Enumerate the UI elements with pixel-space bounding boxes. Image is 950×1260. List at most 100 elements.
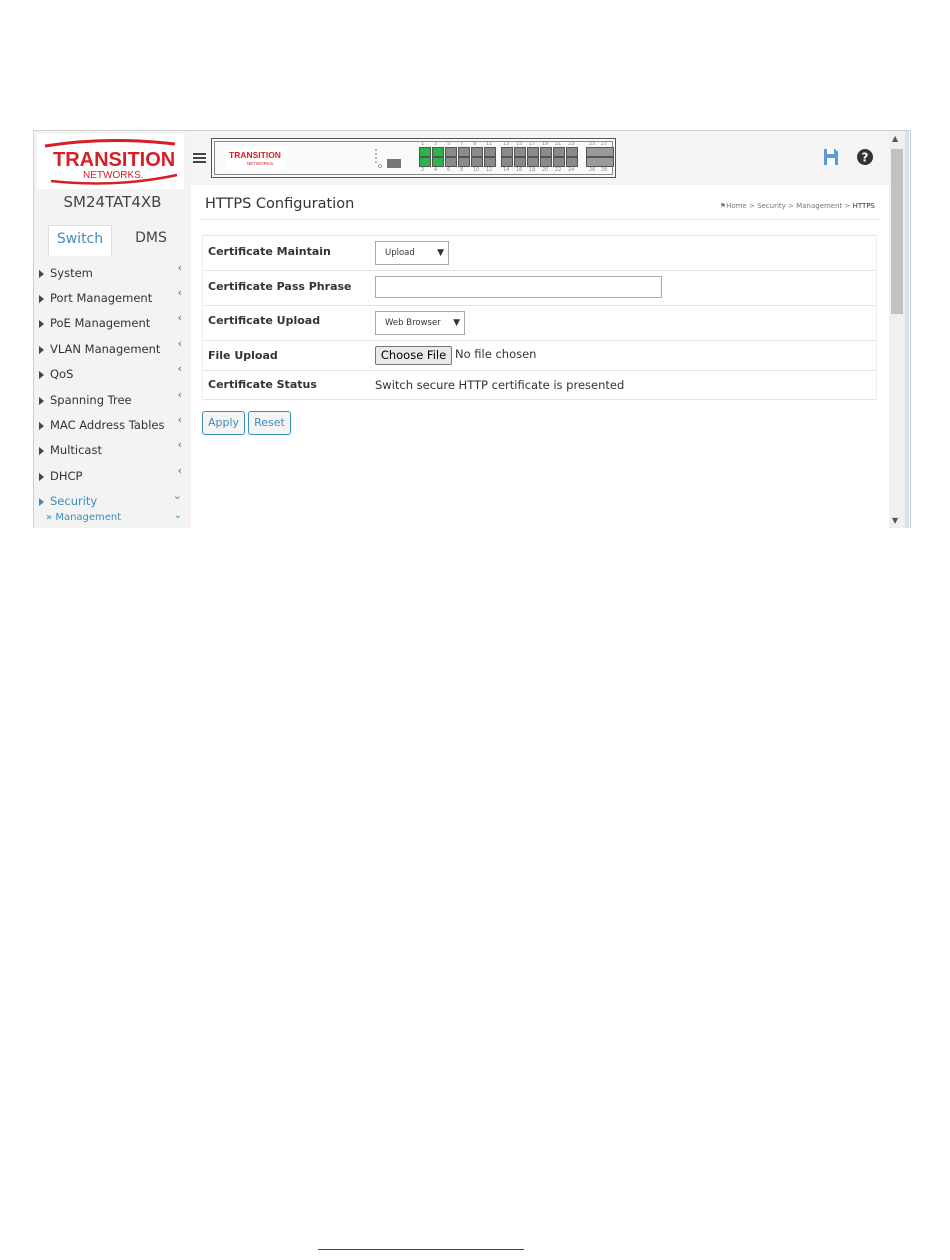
caret-right-icon — [39, 371, 44, 379]
console-port-icon — [375, 149, 401, 168]
breadcrumb-management[interactable]: Management — [796, 202, 842, 210]
port-4[interactable] — [432, 157, 444, 167]
port-2[interactable] — [419, 157, 431, 167]
chevron-left-icon: ‹ — [177, 337, 182, 350]
port-9[interactable] — [471, 147, 483, 157]
chevron-down-icon: ⌄ — [172, 489, 182, 502]
certificate-status-label: Certificate Status — [208, 378, 317, 391]
sidebar: TRANSITION NETWORKS. SM24TAT4XB Switch D… — [34, 131, 191, 528]
sidebar-item-dhcp[interactable]: DHCP ‹ — [39, 464, 186, 488]
port-5[interactable] — [445, 147, 457, 157]
port-23[interactable] — [566, 147, 578, 157]
vertical-scrollbar[interactable]: ▲ ▼ — [889, 131, 905, 528]
breadcrumb-home[interactable]: Home — [726, 202, 747, 210]
port-1[interactable] — [419, 147, 431, 157]
sidebar-item-security[interactable]: Security ⌄ — [39, 489, 186, 513]
port-14[interactable] — [501, 157, 513, 167]
chevron-left-icon: ‹ — [177, 388, 182, 401]
brand-logo-text: TRANSITION — [53, 149, 175, 171]
chevron-left-icon: ‹ — [177, 261, 182, 274]
port-number-label: 10 — [473, 167, 480, 173]
sidebar-item-qos[interactable]: QoS ‹ — [39, 362, 186, 386]
sidebar-item-poe-management[interactable]: PoE Management ‹ — [39, 311, 186, 335]
port-17[interactable] — [527, 147, 539, 157]
port-21[interactable] — [553, 147, 565, 157]
certificate-maintain-value: Upload — [385, 248, 415, 258]
port-number-label: 14 — [503, 167, 510, 173]
port-18[interactable] — [527, 157, 539, 167]
file-upload-status: No file chosen — [455, 347, 537, 361]
sidebar-item-port-management[interactable]: Port Management ‹ — [39, 286, 186, 310]
port-3[interactable] — [432, 147, 444, 157]
config-table: Certificate Maintain Upload ▼ Certificat… — [202, 235, 877, 400]
port-10[interactable] — [471, 157, 483, 167]
port-19[interactable] — [540, 147, 552, 157]
certificate-pass-phrase-input[interactable] — [375, 276, 662, 298]
reset-button[interactable]: Reset — [248, 411, 291, 435]
chevron-left-icon: ‹ — [177, 286, 182, 299]
port-11[interactable] — [484, 147, 496, 157]
port-number-label: 11 — [486, 141, 493, 147]
port-6[interactable] — [445, 157, 457, 167]
port-number-label: 2 — [421, 167, 425, 173]
row-certificate-status: Certificate Status Switch secure HTTP ce… — [203, 371, 876, 400]
footer-link-underline[interactable] — [318, 1239, 524, 1250]
chevron-left-icon: ‹ — [177, 413, 182, 426]
port-13[interactable] — [501, 147, 513, 157]
port-12[interactable] — [484, 157, 496, 167]
choose-file-button[interactable]: Choose File — [375, 346, 452, 365]
certificate-upload-select[interactable]: Web Browser ▼ — [375, 311, 465, 335]
port-15[interactable] — [514, 147, 526, 157]
port-16[interactable] — [514, 157, 526, 167]
sidebar-item-label: System — [50, 266, 93, 280]
sidebar-item-label: Port Management — [50, 291, 153, 305]
caret-right-icon — [39, 320, 44, 328]
apply-button[interactable]: Apply — [202, 411, 245, 435]
certificate-maintain-label: Certificate Maintain — [208, 245, 331, 258]
scroll-up-arrow-icon[interactable]: ▲ — [892, 134, 898, 143]
brand-logo-subtext: NETWORKS. — [83, 170, 144, 181]
port-22[interactable] — [553, 157, 565, 167]
certificate-upload-label: Certificate Upload — [208, 314, 321, 327]
tab-dms[interactable]: DMS — [120, 225, 182, 255]
port-number-label: 9 — [473, 141, 477, 147]
breadcrumb-security[interactable]: Security — [757, 202, 786, 210]
sidebar-item-label: Security — [50, 494, 98, 508]
certificate-maintain-select[interactable]: Upload ▼ — [375, 241, 449, 265]
port-7[interactable] — [458, 147, 470, 157]
file-upload-label: File Upload — [208, 349, 278, 362]
sfp-port-25[interactable] — [586, 147, 614, 157]
sidebar-subitem-management[interactable]: » Management ⌄ — [46, 510, 186, 528]
row-certificate-pass-phrase: Certificate Pass Phrase — [203, 271, 876, 306]
help-icon[interactable]: ? — [855, 147, 875, 167]
brand-logo: TRANSITION NETWORKS. — [37, 134, 184, 189]
caret-right-icon — [39, 397, 44, 405]
hamburger-menu-icon[interactable] — [193, 153, 206, 164]
port-24[interactable] — [566, 157, 578, 167]
sidebar-item-label: Multicast — [50, 443, 102, 457]
sidebar-item-spanning-tree[interactable]: Spanning Tree ‹ — [39, 388, 186, 412]
port-number-label: 28 — [601, 167, 608, 173]
port-20[interactable] — [540, 157, 552, 167]
port-number-label: 5 — [447, 141, 451, 147]
sfp-port-27[interactable] — [586, 157, 614, 167]
dropdown-arrow-icon: ▼ — [453, 318, 460, 328]
chevron-left-icon: ‹ — [177, 464, 182, 477]
page-title: HTTPS Configuration — [205, 196, 355, 212]
save-icon[interactable] — [821, 147, 841, 167]
caret-right-icon — [39, 295, 44, 303]
port-number-label: 19 — [542, 141, 549, 147]
sidebar-item-vlan-management[interactable]: VLAN Management ‹ — [39, 337, 186, 361]
caret-right-icon — [39, 422, 44, 430]
sidebar-item-system[interactable]: System ‹ — [39, 261, 186, 285]
tab-switch[interactable]: Switch — [48, 225, 112, 256]
sidebar-item-mac-address-tables[interactable]: MAC Address Tables ‹ — [39, 413, 186, 437]
port-8[interactable] — [458, 157, 470, 167]
scroll-down-arrow-icon[interactable]: ▼ — [892, 516, 898, 525]
port-number-label: 25 — [589, 141, 596, 147]
certificate-status-value: Switch secure HTTP certificate is presen… — [375, 378, 625, 392]
port-number-label: 4 — [434, 167, 438, 173]
sidebar-item-multicast[interactable]: Multicast ‹ — [39, 438, 186, 462]
scrollbar-thumb[interactable] — [891, 149, 903, 314]
port-number-label: 17 — [529, 141, 536, 147]
